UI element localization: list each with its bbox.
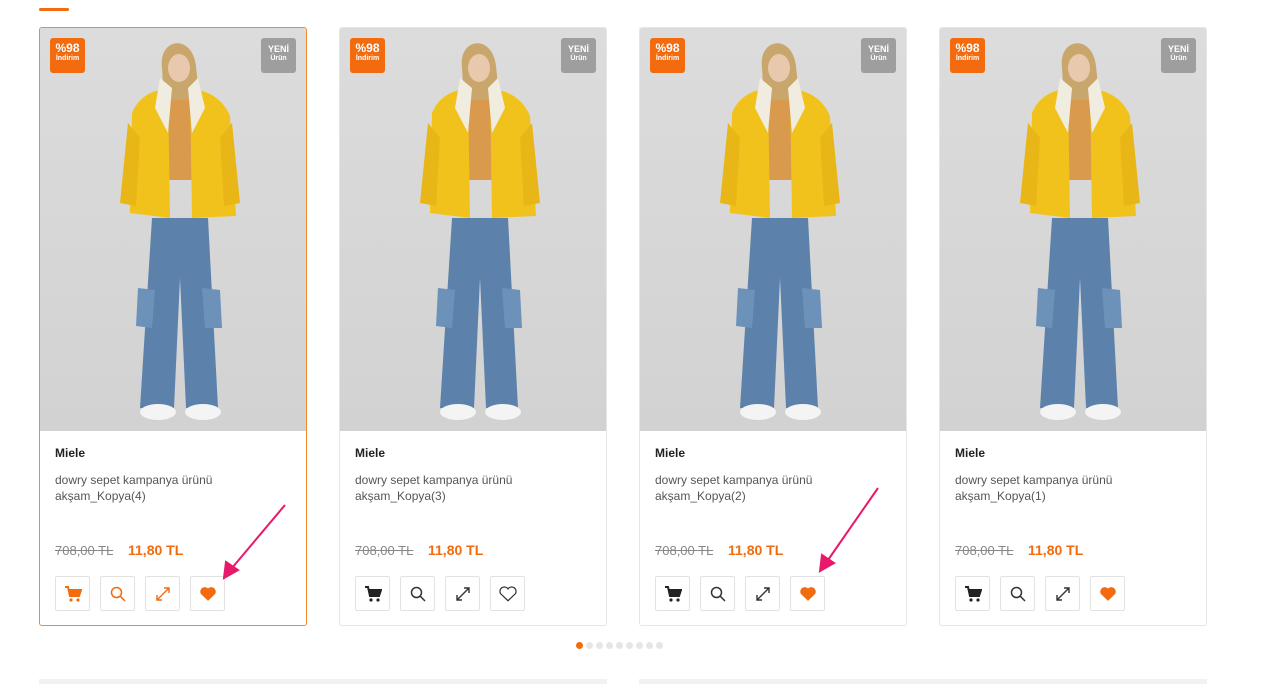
product-card[interactable]: %98 İndirim YENİ Ürün Miele dowry sepet … [339,27,607,626]
product-name[interactable]: dowry sepet kampanya ürünü akşam_Kopya(2… [655,472,855,504]
carousel-dot[interactable] [576,642,583,649]
product-card[interactable]: %98 İndirim YENİ Ürün Miele dowry sepet … [939,27,1207,626]
favorite-button[interactable] [190,576,225,611]
compare-button[interactable] [1045,576,1080,611]
carousel-pagination [576,642,663,649]
product-name[interactable]: dowry sepet kampanya ürünü akşam_Kopya(3… [355,472,555,504]
product-image[interactable]: %98 İndirim YENİ Ürün [40,28,306,431]
new-badge: YENİ Ürün [261,38,296,73]
add-to-cart-button[interactable] [955,576,990,611]
carousel-dot[interactable] [626,642,633,649]
section-divider-right [639,679,1207,684]
search-icon [410,586,426,602]
discount-badge: %98 İndirim [950,38,985,73]
favorite-button[interactable] [790,576,825,611]
old-price: 708,00 TL [955,543,1014,558]
compare-icon [155,586,170,601]
discount-percent: %98 [955,41,980,55]
quick-view-button[interactable] [400,576,435,611]
favorite-button[interactable] [1090,576,1125,611]
section-divider-left [39,679,607,684]
new-badge-line1: YENİ [267,44,289,54]
compare-button[interactable] [145,576,180,611]
add-to-cart-button[interactable] [355,576,390,611]
discount-percent: %98 [655,41,680,55]
carousel-dot[interactable] [596,642,603,649]
add-to-cart-button[interactable] [55,576,90,611]
compare-button[interactable] [745,576,780,611]
quick-view-button[interactable] [1000,576,1035,611]
new-badge-line1: YENİ [567,44,589,54]
new-badge: YENİ Ürün [1161,38,1196,73]
product-name[interactable]: dowry sepet kampanya ürünü akşam_Kopya(4… [55,472,255,504]
search-icon [1010,586,1026,602]
cart-icon [664,585,682,602]
discount-label: İndirim [955,55,980,62]
compare-icon [455,586,470,601]
carousel-dot[interactable] [646,642,653,649]
new-badge-line1: YENİ [1167,44,1189,54]
quick-view-button[interactable] [100,576,135,611]
heart-icon [498,585,517,602]
heart-icon [799,586,816,601]
sale-price: 11,80 TL [728,542,784,558]
new-badge-line2: Ürün [570,55,587,62]
add-to-cart-button[interactable] [655,576,690,611]
cart-icon [364,585,382,602]
product-brand[interactable]: Miele [655,446,685,460]
product-image[interactable]: %98 İndirim YENİ Ürün [640,28,906,431]
carousel-dot[interactable] [586,642,593,649]
cart-icon [64,585,82,602]
product-name[interactable]: dowry sepet kampanya ürünü akşam_Kopya(1… [955,472,1155,504]
new-badge-line1: YENİ [867,44,889,54]
cart-icon [964,585,982,602]
discount-label: İndirim [55,55,80,62]
old-price: 708,00 TL [55,543,114,558]
carousel-dot[interactable] [656,642,663,649]
quick-view-button[interactable] [700,576,735,611]
product-image[interactable]: %98 İndirim YENİ Ürün [340,28,606,431]
sale-price: 11,80 TL [428,542,484,558]
discount-label: İndirim [355,55,380,62]
product-card[interactable]: %98 İndirim YENİ Ürün Miele dowry sepet … [39,27,307,626]
discount-badge: %98 İndirim [350,38,385,73]
product-actions [955,576,1125,611]
product-actions [655,576,825,611]
discount-badge: %98 İndirim [50,38,85,73]
carousel-dot[interactable] [636,642,643,649]
carousel-dot[interactable] [616,642,623,649]
sale-price: 11,80 TL [1028,542,1084,558]
product-actions [355,576,525,611]
heart-icon [199,586,216,601]
discount-percent: %98 [355,41,380,55]
discount-badge: %98 İndirim [650,38,685,73]
carousel-dot[interactable] [606,642,613,649]
favorite-button[interactable] [490,576,525,611]
search-icon [110,586,126,602]
product-brand[interactable]: Miele [955,446,985,460]
new-badge-line2: Ürün [270,55,287,62]
new-badge: YENİ Ürün [561,38,596,73]
new-badge-line2: Ürün [1170,55,1187,62]
product-brand[interactable]: Miele [355,446,385,460]
old-price: 708,00 TL [655,543,714,558]
product-actions [55,576,225,611]
product-image[interactable]: %98 İndirim YENİ Ürün [940,28,1206,431]
compare-icon [1055,586,1070,601]
compare-icon [755,586,770,601]
section-accent-bar [39,8,69,11]
product-brand[interactable]: Miele [55,446,85,460]
heart-icon [1099,586,1116,601]
sale-price: 11,80 TL [128,542,184,558]
old-price: 708,00 TL [355,543,414,558]
new-badge-line2: Ürün [870,55,887,62]
product-card[interactable]: %98 İndirim YENİ Ürün Miele dowry sepet … [639,27,907,626]
compare-button[interactable] [445,576,480,611]
new-badge: YENİ Ürün [861,38,896,73]
search-icon [710,586,726,602]
discount-percent: %98 [55,41,80,55]
discount-label: İndirim [655,55,680,62]
